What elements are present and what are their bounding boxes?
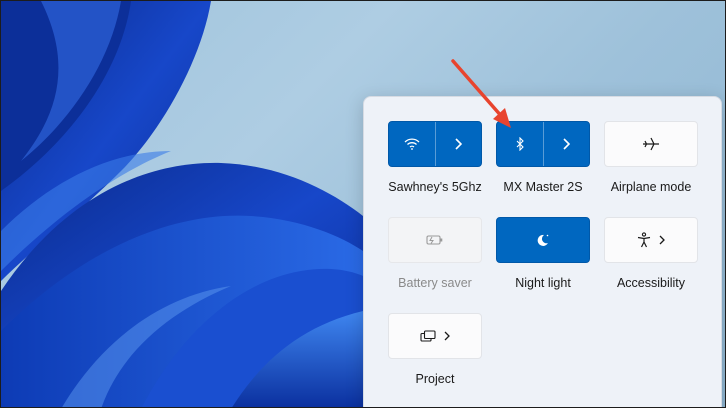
- bluetooth-label: MX Master 2S: [503, 180, 583, 194]
- night-light-tile[interactable]: [496, 217, 590, 263]
- chevron-right-icon: [444, 331, 450, 341]
- chevron-right-icon: [659, 235, 665, 245]
- wifi-label: Sawhney's 5Ghz: [388, 180, 482, 194]
- night-light-icon: [537, 234, 549, 246]
- airplane-mode-tile[interactable]: [604, 121, 698, 167]
- screenshot-frame: Sawhney's 5Ghz MX Master 2S Airplane mod…: [0, 0, 726, 408]
- project-icon: [420, 330, 436, 342]
- night-light-label: Night light: [515, 276, 571, 290]
- battery-saver-icon: [426, 235, 443, 245]
- battery-saver-label: Battery saver: [398, 276, 472, 290]
- accessibility-icon: [637, 232, 651, 248]
- battery-saver-tile[interactable]: [388, 217, 482, 263]
- project-tile[interactable]: [388, 313, 482, 359]
- accessibility-tile[interactable]: [604, 217, 698, 263]
- wifi-toggle[interactable]: [389, 122, 435, 166]
- quick-settings-panel: Sawhney's 5Ghz MX Master 2S Airplane mod…: [363, 96, 722, 407]
- bluetooth-icon: [516, 137, 524, 151]
- airplane-icon: [643, 137, 659, 151]
- bluetooth-expand-button[interactable]: [544, 122, 590, 166]
- wifi-icon: [404, 138, 420, 150]
- airplane-mode-label: Airplane mode: [610, 180, 692, 194]
- project-label: Project: [415, 372, 455, 386]
- accessibility-label: Accessibility: [616, 276, 686, 290]
- chevron-right-icon: [563, 138, 571, 150]
- chevron-right-icon: [455, 138, 463, 150]
- annotation-arrow: [451, 59, 511, 128]
